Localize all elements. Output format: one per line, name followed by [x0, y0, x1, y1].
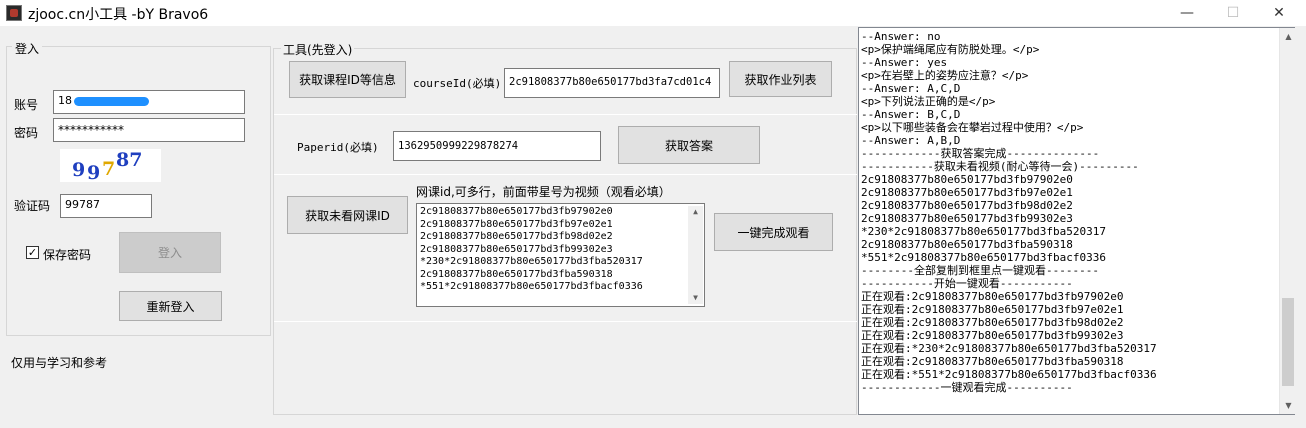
divider: [274, 321, 857, 322]
log-line: 正在观看:2c91808377b80e650177bd3fb99302e3: [861, 329, 1124, 342]
footer-note: 仅用与学习和参考: [11, 356, 108, 370]
captcha-input[interactable]: 99787: [60, 194, 152, 218]
log-output[interactable]: --Answer: no <p>保护端绳尾应有防脱处理。</p> --Answer:…: [858, 27, 1295, 415]
log-line: -----------获取未看视频(耐心等待一会)---------: [861, 160, 1139, 173]
save-password-label[interactable]: 保存密码: [43, 246, 91, 263]
save-password-checkbox[interactable]: ✓: [26, 246, 39, 259]
log-line: 正在观看:2c91808377b80e650177bd3fb97902e0: [861, 290, 1124, 303]
log-line: 2c91808377b80e650177bd3fb97902e0: [861, 173, 1073, 186]
captcha-image[interactable]: 9 9 7 87: [60, 149, 161, 184]
scroll-down-icon[interactable]: ▼: [688, 292, 703, 305]
get-answer-button[interactable]: 获取答案: [618, 126, 760, 164]
log-line: <p>以下哪些装备会在攀岩过程中使用？</p>: [861, 121, 1084, 134]
divider: [274, 174, 857, 175]
get-homework-list-button[interactable]: 获取作业列表: [729, 61, 832, 97]
password-input[interactable]: ***********: [53, 118, 245, 142]
log-line: --------全部复制到框里点一键观看--------: [861, 264, 1099, 277]
maximize-button[interactable]: ☐: [1210, 0, 1256, 26]
tools-group-title: 工具(先登入): [281, 41, 355, 58]
watch-all-button[interactable]: 一键完成观看: [714, 213, 833, 251]
log-line: <p>在岩壁上的姿势应注意？</p>: [861, 69, 1029, 82]
log-line: 正在观看:*551*2c91808377b80e650177bd3fbacf03…: [861, 368, 1157, 381]
lesson-ids-textarea[interactable]: 2c91808377b80e650177bd3fb97902e0 2c91808…: [416, 203, 705, 307]
lesson-ids-label: 网课id,可多行，前面带星号为视频（观看必填）: [416, 185, 671, 199]
scroll-up-icon[interactable]: ▲: [1280, 28, 1297, 45]
relogin-button[interactable]: 重新登入: [119, 291, 222, 321]
paper-id-input[interactable]: 1362950999229878274: [393, 131, 601, 161]
get-unwatched-lessons-button[interactable]: 获取未看网课ID: [287, 196, 408, 234]
account-input[interactable]: 18: [53, 90, 245, 114]
app-icon: [6, 5, 22, 21]
log-scrollbar[interactable]: ▲ ▼: [1279, 28, 1295, 414]
list-item: 2c91808377b80e650177bd3fb99302e3: [420, 243, 613, 255]
log-line: *230*2c91808377b80e650177bd3fba520317: [861, 225, 1107, 238]
login-button[interactable]: 登入: [119, 232, 221, 273]
list-item: 2c91808377b80e650177bd3fba590318: [420, 268, 613, 280]
log-line: 2c91808377b80e650177bd3fba590318: [861, 238, 1073, 251]
log-line: 正在观看:2c91808377b80e650177bd3fb97e02e1: [861, 303, 1124, 316]
divider: [274, 114, 857, 115]
log-line: 正在观看:2c91808377b80e650177bd3fb98d02e2: [861, 316, 1124, 329]
log-line: 正在观看:2c91808377b80e650177bd3fba590318: [861, 355, 1124, 368]
log-line: <p>保护端绳尾应有防脱处理。</p>: [861, 43, 1040, 56]
paper-id-label: Paperid(必填): [297, 141, 379, 154]
scroll-thumb[interactable]: [1282, 298, 1294, 386]
account-label: 账号: [14, 98, 39, 112]
list-item: 2c91808377b80e650177bd3fb97e02e1: [420, 218, 613, 230]
log-line: ------------获取答案完成--------------: [861, 147, 1100, 160]
list-item: *230*2c91808377b80e650177bd3fba520317: [420, 256, 643, 267]
window-title: zjooc.cn小工具 -bY Bravo6: [28, 7, 209, 23]
textarea-scrollbar[interactable]: ▲ ▼: [688, 206, 703, 304]
log-line: --Answer: A,B,D: [861, 134, 961, 147]
list-item: *551*2c91808377b80e650177bd3fbacf0336: [420, 281, 643, 292]
account-value: 18: [58, 94, 72, 107]
scroll-up-icon[interactable]: ▲: [688, 206, 703, 219]
log-line: <p>下列说法正确的是</p>: [861, 95, 996, 108]
log-line: --Answer: B,C,D: [861, 108, 961, 121]
close-button[interactable]: ✕: [1256, 0, 1302, 26]
log-line: -----------开始一键观看-----------: [861, 277, 1073, 290]
log-line: 2c91808377b80e650177bd3fb99302e3: [861, 212, 1073, 225]
captcha-label: 验证码: [14, 199, 51, 213]
log-line: *551*2c91808377b80e650177bd3fbacf0336: [861, 251, 1107, 264]
list-item: 2c91808377b80e650177bd3fb98d02e2: [420, 231, 613, 242]
password-label: 密码: [14, 126, 39, 140]
scroll-down-icon[interactable]: ▼: [1280, 397, 1297, 414]
log-line: --Answer: yes: [861, 56, 948, 69]
log-line: 2c91808377b80e650177bd3fb97e02e1: [861, 186, 1073, 199]
course-id-label: courseId(必填): [413, 77, 502, 90]
list-item: 2c91808377b80e650177bd3fb97902e0: [420, 206, 613, 217]
title-bar[interactable]: zjooc.cn小工具 -bY Bravo6 — ☐ ✕: [0, 0, 1306, 26]
log-line: 正在观看:*230*2c91808377b80e650177bd3fba5203…: [861, 342, 1157, 355]
minimize-button[interactable]: —: [1164, 0, 1210, 26]
login-group-title: 登入: [12, 40, 43, 57]
get-course-info-button[interactable]: 获取课程ID等信息: [289, 61, 406, 98]
redaction-mark: [73, 96, 149, 106]
log-line: --Answer: no: [861, 30, 941, 43]
course-id-input[interactable]: 2c91808377b80e650177bd3fa7cd01c4: [504, 68, 720, 98]
log-lines: --Answer: no <p>保护端绳尾应有防脱处理。</p> --Answer:…: [861, 30, 1292, 394]
log-line: --Answer: A,C,D: [861, 82, 961, 95]
log-line: ------------一键观看完成----------: [861, 381, 1073, 394]
log-line: 2c91808377b80e650177bd3fb98d02e2: [861, 199, 1073, 212]
